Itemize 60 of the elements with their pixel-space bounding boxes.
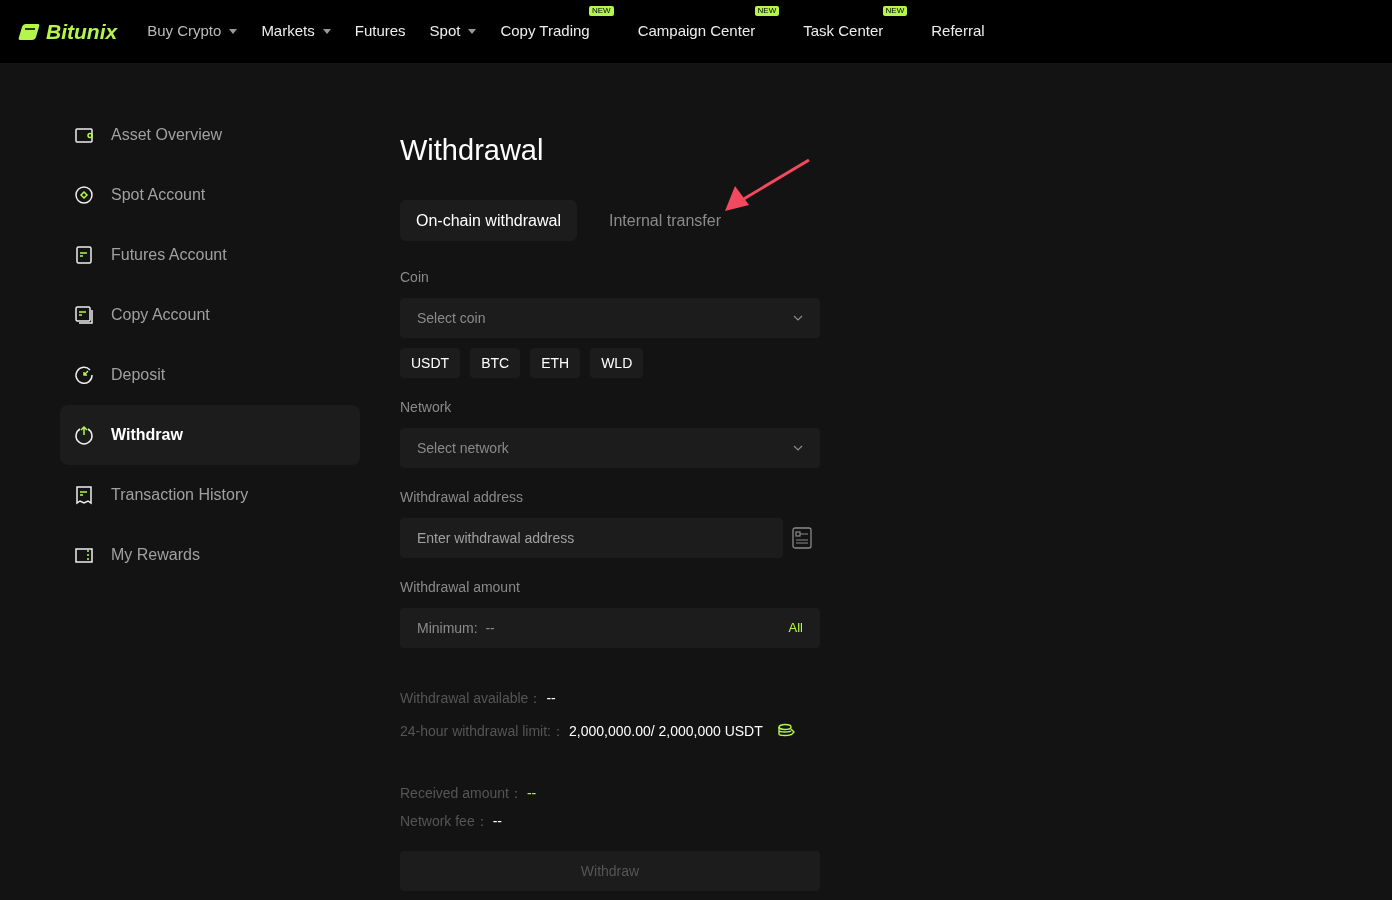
new-badge: NEW [882, 6, 908, 17]
coins-icon[interactable] [776, 723, 795, 739]
wallet-icon [74, 125, 94, 145]
coin-chip[interactable]: BTC [470, 348, 521, 378]
sidebar-item[interactable]: Copy Account [60, 285, 360, 345]
withdraw-icon [74, 425, 94, 445]
logo-icon [18, 22, 40, 41]
info-label: Network fee： [400, 812, 489, 831]
field-label: Withdrawal amount [400, 578, 521, 597]
sidebar-item[interactable]: Withdraw [60, 405, 360, 465]
field-label: Network [400, 398, 453, 417]
sidebar-item[interactable]: Futures Account [60, 225, 360, 285]
nav-link[interactable]: Campaign Center [637, 20, 756, 43]
target-icon [74, 185, 94, 205]
receipt-icon [74, 485, 94, 505]
nav-link[interactable]: Spot [429, 20, 477, 43]
chevron-down-icon [793, 445, 803, 451]
nav-link[interactable]: Referral [931, 20, 985, 43]
address-input[interactable]: Enter withdrawal address [400, 518, 783, 558]
info-label: Received amount： [400, 784, 523, 803]
all-button[interactable]: All [788, 618, 803, 638]
select-field[interactable]: Select network [400, 428, 820, 468]
nav-link[interactable]: Copy Trading [500, 20, 590, 43]
sidebar-item[interactable]: Spot Account [60, 165, 360, 225]
brand-logo[interactable]: Bitunix [46, 15, 118, 48]
info-value: 2,000,000.00/ 2,000,000 USDT [568, 722, 763, 741]
address-book-icon[interactable] [792, 527, 812, 549]
documents-icon [74, 305, 94, 325]
info-value: -- [492, 812, 503, 831]
field-label: Withdrawal address [400, 488, 524, 507]
amount-field[interactable]: Minimum: -- All [400, 608, 820, 648]
new-badge: NEW [589, 6, 614, 17]
new-badge: NEW [754, 6, 780, 17]
sidebar-item[interactable]: My Rewards [60, 525, 360, 585]
tab[interactable]: Internal transfer [592, 200, 737, 241]
chevron-down-icon [793, 315, 803, 321]
caret-icon [229, 29, 238, 34]
info-value: -- [546, 689, 556, 708]
info-value: -- [526, 784, 537, 803]
info-label: Withdrawal available： [400, 689, 543, 708]
nav-link[interactable]: Markets [261, 20, 331, 43]
tab[interactable]: On-chain withdrawal [400, 200, 577, 241]
nav-link[interactable]: Task Center [803, 20, 884, 43]
info-label: 24-hour withdrawal limit:： [400, 722, 565, 741]
caret-icon [468, 29, 477, 34]
caret-icon [322, 29, 331, 34]
nav-link[interactable]: Futures [354, 20, 406, 43]
page-title: Withdrawal [400, 133, 545, 167]
select-field[interactable]: Select coin [400, 298, 820, 338]
sidebar-item[interactable]: Transaction History [60, 465, 360, 525]
coin-chip[interactable]: ETH [530, 348, 581, 378]
ticket-icon [74, 545, 94, 565]
sidebar-item[interactable]: Asset Overview [60, 105, 360, 165]
deposit-icon [74, 365, 94, 385]
sidebar-item[interactable]: Deposit [60, 345, 360, 405]
field-label: Coin [400, 268, 430, 287]
coin-chip[interactable]: USDT [400, 348, 461, 378]
document-icon [74, 245, 94, 265]
nav-link[interactable]: Buy Crypto [147, 20, 238, 43]
coin-chip[interactable]: WLD [590, 348, 644, 378]
